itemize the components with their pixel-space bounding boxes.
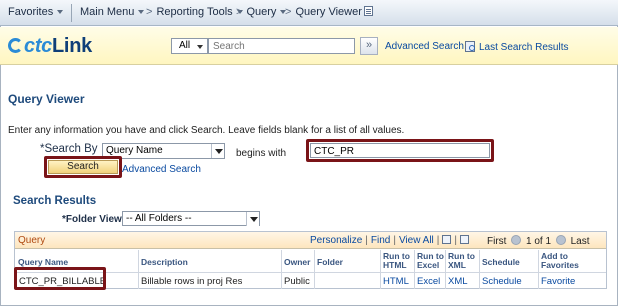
grid-tools: Personalize | Find | View All | | [310, 235, 469, 246]
breadcrumb-reporting-tools[interactable]: > Reporting Tools [146, 6, 243, 20]
folder-view-select[interactable]: -- All Folders -- [122, 211, 260, 226]
logo-text-link: Link [52, 35, 92, 57]
column-header-folder[interactable]: Folder [317, 258, 343, 267]
next-page-icon[interactable] [555, 235, 566, 245]
instructions-text: Enter any information you have and click… [8, 125, 405, 136]
search-go-button[interactable]: » [360, 37, 378, 55]
page-range: 1 of 1 [526, 236, 552, 247]
logo-text-ctc: ctc [24, 35, 53, 57]
callout-highlight-query-name [14, 267, 106, 290]
add-favorite-link[interactable]: Favorite [541, 276, 575, 287]
header-line: Excel [417, 260, 440, 270]
search-results-icon [465, 41, 475, 52]
column-header-add-favorites: Add to Favorites [541, 252, 579, 270]
chevron-right-icon: > [285, 6, 292, 18]
last-label: Last [570, 236, 590, 247]
first-label: First [487, 236, 507, 247]
view-all-link[interactable]: View All [399, 235, 434, 246]
owner-cell: Public [284, 276, 310, 287]
search-scope-value: All [179, 40, 191, 51]
page-title: Query Viewer [8, 92, 85, 106]
zoom-grid-icon[interactable] [442, 235, 452, 244]
column-header-run-excel: Run to Excel [417, 252, 444, 270]
previous-page-icon[interactable] [511, 235, 522, 245]
breadcrumb-label: Reporting Tools [156, 6, 233, 18]
schedule-link[interactable]: Schedule [482, 276, 522, 287]
top-navigation-bar: Favorites Main Menu > Reporting Tools > Qu… [0, 0, 618, 26]
breadcrumb-label: Query Viewer [295, 6, 362, 18]
column-header-run-xml: Run to XML [448, 252, 475, 270]
column-header-schedule[interactable]: Schedule [482, 258, 520, 267]
nav-divider [71, 4, 72, 22]
find-link[interactable]: Find [371, 235, 390, 246]
breadcrumb-query-viewer[interactable]: > Query Viewer [285, 6, 373, 20]
run-to-html-link[interactable]: HTML [383, 276, 409, 287]
header-line: Favorites [541, 260, 579, 270]
chevron-down-icon [138, 10, 145, 15]
search-by-value: Query Name [106, 145, 163, 156]
folder-view-label: *Folder View [62, 214, 122, 225]
folder-view-value: -- All Folders -- [126, 213, 192, 224]
download-grid-icon[interactable] [460, 235, 469, 244]
last-search-results-link[interactable]: Last Search Results [465, 41, 569, 53]
run-to-xml-link[interactable]: XML [448, 276, 468, 287]
search-by-label: *Search By [40, 143, 98, 155]
header-line: HTML [383, 260, 407, 270]
chevron-down-icon [211, 144, 224, 158]
main-menu-label: Main Menu [80, 6, 135, 18]
breadcrumb-label: Query [246, 6, 277, 18]
column-header-query-name[interactable]: Query Name [18, 258, 68, 267]
new-window-icon[interactable] [363, 6, 373, 16]
grid-caption-bar: Query Personalize | Find | View All | | First … [15, 232, 606, 249]
grid-title: Query [18, 235, 46, 246]
last-results-label: Last Search Results [479, 42, 569, 53]
header-line: XML [448, 260, 466, 270]
personalize-link[interactable]: Personalize [310, 235, 362, 246]
chevron-down-icon [197, 45, 203, 49]
header-search-band: ctcLink All » Advanced Search Last Searc… [0, 27, 618, 65]
chevron-down-icon [246, 212, 259, 226]
search-criteria-input[interactable] [310, 143, 490, 158]
chevron-right-icon: > [146, 6, 153, 18]
run-to-excel-link[interactable]: Excel [417, 276, 440, 287]
header-advanced-search-link[interactable]: Advanced Search [385, 41, 464, 52]
search-button[interactable]: Search [48, 160, 118, 174]
grid-pagination: First 1 of 1 Last [487, 235, 590, 247]
search-results-title: Search Results [13, 195, 97, 207]
favorites-label: Favorites [8, 6, 54, 18]
search-scope-select[interactable]: All [171, 38, 208, 54]
global-search-input[interactable] [208, 38, 355, 54]
chevron-down-icon [57, 10, 64, 15]
favorites-menu[interactable]: Favorites [8, 6, 64, 20]
advanced-search-link[interactable]: Advanced Search [122, 164, 201, 175]
logo-swirl-icon [8, 38, 23, 53]
chevron-right-icon: > [236, 6, 243, 18]
column-header-run-html: Run to HTML [383, 252, 410, 270]
breadcrumb-query[interactable]: > Query [236, 6, 287, 20]
column-header-owner[interactable]: Owner [284, 258, 310, 267]
description-cell: Billable rows in proj Res [141, 276, 243, 287]
column-header-description[interactable]: Description [141, 258, 188, 267]
main-menu[interactable]: Main Menu [80, 6, 145, 20]
search-operator-text: begins with [236, 148, 287, 159]
ctclink-logo: ctcLink [8, 35, 92, 57]
